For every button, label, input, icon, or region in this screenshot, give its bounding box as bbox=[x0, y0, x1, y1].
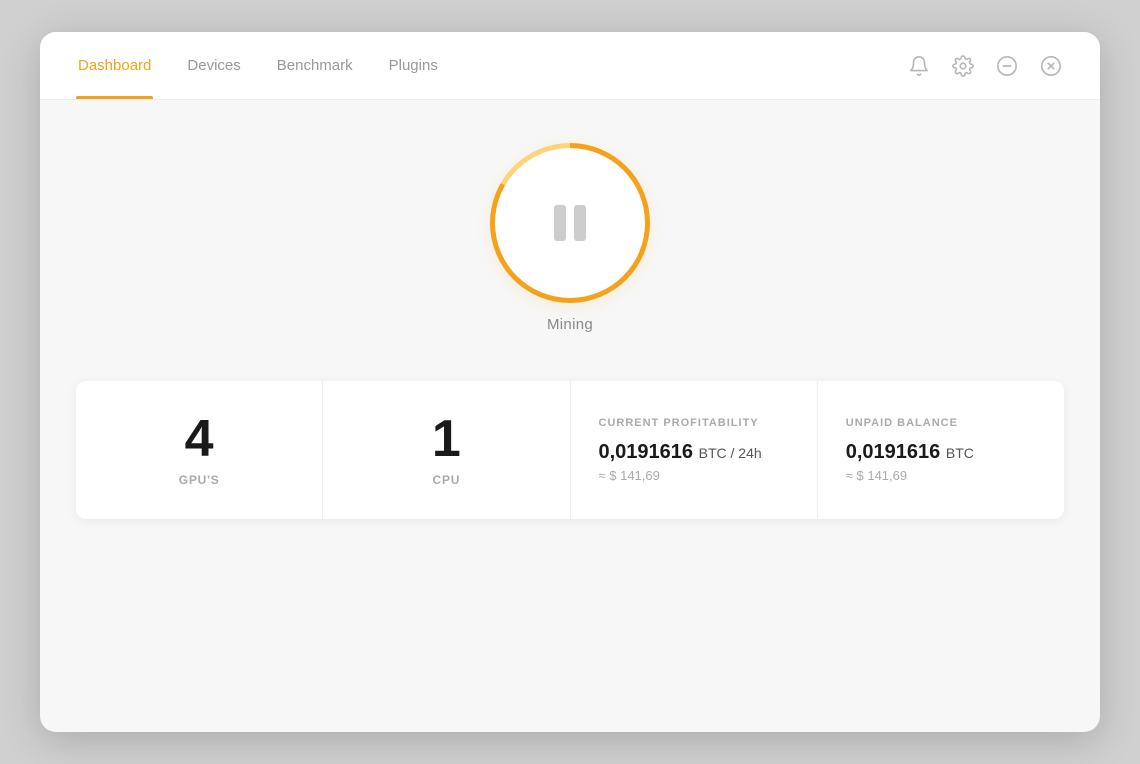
minimize-icon[interactable] bbox=[994, 53, 1020, 79]
stat-profitability: CURRENT PROFITABILITY 0,0191616 BTC / 24… bbox=[571, 381, 818, 519]
tab-benchmark[interactable]: Benchmark bbox=[275, 32, 355, 99]
balance-btc-unit: BTC bbox=[946, 445, 974, 461]
nav-tabs: Dashboard Devices Benchmark Plugins bbox=[76, 32, 440, 99]
gpus-label: GPU'S bbox=[179, 473, 220, 487]
settings-icon[interactable] bbox=[950, 53, 976, 79]
balance-heading: UNPAID BALANCE bbox=[846, 417, 958, 429]
stat-cpu: 1 CPU bbox=[323, 381, 570, 519]
mining-toggle-button[interactable] bbox=[495, 148, 645, 298]
profitability-heading: CURRENT PROFITABILITY bbox=[599, 417, 759, 429]
pause-bar-right bbox=[574, 205, 586, 241]
profitability-usd-value: ≈ $ 141,69 bbox=[599, 468, 660, 483]
stat-gpus: 4 GPU'S bbox=[76, 381, 323, 519]
mining-label: Mining bbox=[547, 316, 593, 333]
pause-icon bbox=[554, 205, 586, 241]
stats-row: 4 GPU'S 1 CPU CURRENT PROFITABILITY 0,01… bbox=[76, 381, 1064, 519]
cpu-value: 1 bbox=[432, 413, 461, 465]
tab-dashboard[interactable]: Dashboard bbox=[76, 32, 153, 99]
stat-balance: UNPAID BALANCE 0,0191616 BTC ≈ $ 141,69 bbox=[818, 381, 1064, 519]
profitability-btc-value: 0,0191616 BTC / 24h bbox=[599, 441, 762, 464]
notifications-icon[interactable] bbox=[906, 53, 932, 79]
pause-bar-left bbox=[554, 205, 566, 241]
tab-devices[interactable]: Devices bbox=[185, 32, 242, 99]
balance-usd-value: ≈ $ 141,69 bbox=[846, 468, 907, 483]
close-icon[interactable] bbox=[1038, 53, 1064, 79]
navbar: Dashboard Devices Benchmark Plugins bbox=[40, 32, 1100, 100]
profitability-btc-unit: BTC / 24h bbox=[699, 445, 762, 461]
nav-controls bbox=[906, 53, 1064, 79]
gpus-value: 4 bbox=[185, 413, 214, 465]
app-window: Dashboard Devices Benchmark Plugins bbox=[40, 32, 1100, 732]
mining-btn-wrap: Mining bbox=[495, 148, 645, 333]
cpu-label: CPU bbox=[433, 473, 461, 487]
balance-btc-value: 0,0191616 BTC bbox=[846, 441, 974, 464]
tab-plugins[interactable]: Plugins bbox=[387, 32, 440, 99]
main-content: Mining 4 GPU'S 1 CPU CURRENT PROFITABILI… bbox=[40, 100, 1100, 732]
